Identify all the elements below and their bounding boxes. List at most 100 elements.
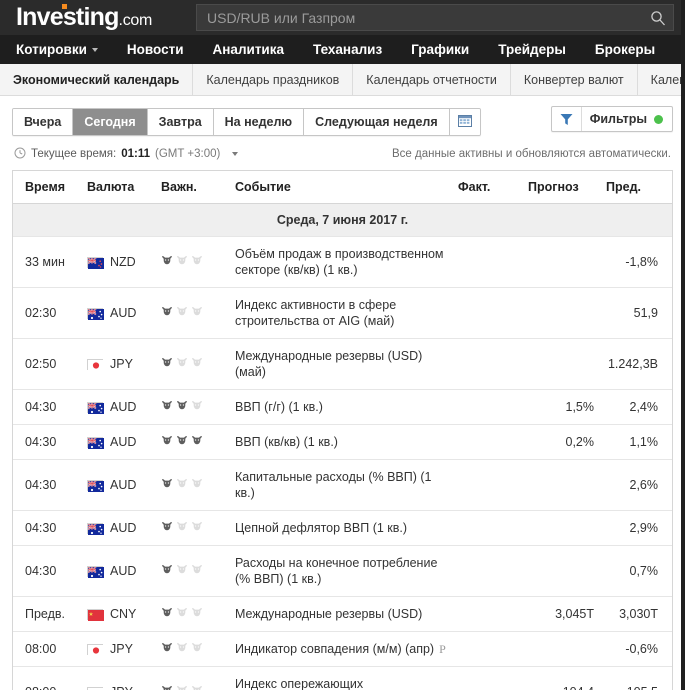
event-name: Цепной дефлятор ВВП (1 кв.) [235, 521, 408, 535]
importance-rating [161, 306, 223, 320]
nav-label: Трейдеры [498, 42, 566, 57]
importance-bull-2 [176, 607, 188, 621]
importance-bull-1 [161, 306, 173, 320]
auto-update-status-text: Все данные активны и обновляются автомат… [392, 148, 671, 160]
nav-item-analitika[interactable]: Аналитика [213, 42, 284, 57]
cell-currency: AUD [81, 287, 155, 339]
subnav-item-calendars[interactable]: Календари [638, 64, 685, 95]
cell-event[interactable]: Индекс активности в сфере строительства … [229, 287, 452, 339]
timezone-chevron-down-icon[interactable] [232, 152, 239, 156]
subnav-item-currency-converter[interactable]: Конвертер валют [511, 64, 638, 95]
cell-event[interactable]: Международные резервы (USD) [229, 596, 452, 632]
table-row[interactable]: 08:00 JPY Индекс опережающих экономических… [13, 666, 672, 690]
range-button-next-week[interactable]: Следующая неделя [304, 109, 450, 135]
table-row[interactable]: 04:30 AUD Цепной дефлятор ВВП (1 кв.) 2,9% [13, 510, 672, 546]
search-input[interactable] [197, 9, 643, 26]
nav-item-kotirovki[interactable]: Котировки [16, 42, 98, 57]
table-row[interactable]: 04:30 AUD ВВП (г/г) (1 кв.) 1,5% 2,4% [13, 389, 672, 425]
cell-event[interactable]: Индекс опережающих экономических индикат… [229, 666, 452, 690]
bull-icon [177, 436, 187, 445]
table-row[interactable]: 08:00 JPY Индикатор совпадения (м/м) (апр)… [13, 631, 672, 667]
importance-bull-2 [176, 521, 188, 535]
bull-icon [162, 307, 172, 316]
top-bar: Investing .com [0, 0, 685, 35]
cell-previous: 1.242,3B [600, 338, 672, 390]
table-row[interactable]: 02:30 AUD Индекс активности в сфере строит… [13, 287, 672, 339]
preliminary-badge-icon: P [439, 642, 446, 656]
table-row[interactable]: 04:30 AUD Капитальные расходы (% ВВП) (1 к… [13, 459, 672, 511]
cell-event[interactable]: Цепной дефлятор ВВП (1 кв.) [229, 510, 452, 546]
currency-code: AUD [110, 564, 137, 578]
cell-event[interactable]: Капитальные расходы (% ВВП) (1 кв.) [229, 459, 452, 511]
range-button-yesterday[interactable]: Вчера [13, 109, 74, 135]
subnav-label: Экономический календарь [13, 72, 180, 87]
nav-item-treydery[interactable]: Трейдеры [498, 42, 566, 57]
table-row[interactable]: 04:30 AUD ВВП (кв/кв) (1 кв.) 0,2% 1,1% [13, 424, 672, 460]
nz-flag [87, 256, 104, 269]
importance-bull-3 [191, 642, 203, 656]
column-header-previous[interactable]: Пред. [600, 171, 672, 204]
table-row[interactable]: 04:30 AUD Расходы на конечное потребление … [13, 545, 672, 597]
cell-forecast [522, 459, 600, 511]
cell-forecast [522, 338, 600, 390]
clock-icon [14, 147, 26, 162]
cell-forecast: 0,2% [522, 424, 600, 460]
column-header-importance[interactable]: Важн. [155, 171, 229, 204]
range-button-this-week[interactable]: На неделю [213, 109, 305, 135]
range-button-tomorrow[interactable]: Завтра [147, 109, 214, 135]
column-header-time[interactable]: Время [13, 171, 81, 204]
cell-event[interactable]: Расходы на конечное потребление (% ВВП) … [229, 545, 452, 597]
importance-rating [161, 255, 223, 269]
cell-currency: NZD [81, 236, 155, 288]
search-icon[interactable] [643, 10, 673, 26]
nav-item-tehanaliz[interactable]: Теханализ [313, 42, 382, 57]
cell-previous: 3,030T [600, 596, 672, 632]
table-row[interactable]: 33 мин NZD Объём продаж в производственном… [13, 236, 672, 288]
bull-icon [162, 479, 172, 488]
currency-code: JPY [110, 642, 133, 656]
table-row[interactable]: 02:50 JPY Международные резервы (USD) (май… [13, 338, 672, 390]
importance-bull-1 [161, 435, 173, 449]
logo-orange-dot [62, 4, 67, 9]
bull-icon [162, 436, 172, 445]
site-logo[interactable]: Investing .com [16, 3, 152, 32]
bull-icon [162, 643, 172, 652]
subnav-label: Календарь праздников [206, 72, 340, 87]
nav-item-grafiki[interactable]: Графики [411, 42, 469, 57]
range-button-today[interactable]: Сегодня [73, 109, 148, 135]
economic-calendar-table-container: Время Валюта Важн. Событие Факт. Прогноз… [12, 170, 673, 690]
column-header-currency[interactable]: Валюта [81, 171, 155, 204]
importance-bull-1 [161, 400, 173, 414]
cell-event[interactable]: Международные резервы (USD) (май) [229, 338, 452, 390]
subnav-item-earnings-calendar[interactable]: Календарь отчетности [353, 64, 511, 95]
cell-importance [155, 631, 229, 667]
status-dot [654, 114, 663, 124]
event-name: Индекс опережающих экономических индикат… [235, 677, 364, 690]
search-bar[interactable] [196, 4, 674, 31]
cell-event[interactable]: ВВП (г/г) (1 кв.) [229, 389, 452, 425]
bull-icon [162, 522, 172, 531]
bull-icon [192, 522, 202, 531]
cell-event[interactable]: ВВП (кв/кв) (1 кв.) [229, 424, 452, 460]
logo-suffix-text: .com [118, 12, 153, 29]
column-header-forecast[interactable]: Прогноз [522, 171, 600, 204]
subnav-item-economic-calendar[interactable]: Экономический календарь [0, 64, 194, 95]
nav-label: Новости [126, 42, 184, 57]
column-header-event[interactable]: Событие [229, 171, 452, 204]
nav-item-novosti[interactable]: Новости [127, 42, 184, 57]
date-range-button-group: Вчера Сегодня Завтра На неделю Следующая… [12, 108, 481, 136]
nav-item-brokery[interactable]: Брокеры [595, 42, 655, 57]
cell-actual [452, 510, 522, 546]
subnav-item-holiday-calendar[interactable]: Календарь праздников [193, 64, 354, 95]
cell-previous: 2,6% [600, 459, 672, 511]
current-time-value: 01:11 [121, 148, 151, 160]
currency-code: AUD [110, 435, 137, 449]
column-header-actual[interactable]: Факт. [452, 171, 522, 204]
cell-event[interactable]: Объём продаж в производственном секторе … [229, 236, 452, 288]
calendar-picker-button[interactable] [449, 109, 480, 135]
cell-importance [155, 666, 229, 690]
importance-bull-2 [176, 400, 188, 414]
table-row[interactable]: Предв. CNY Международные резервы (USD) 3,04… [13, 596, 672, 632]
filters-button[interactable]: Фильтры [550, 106, 673, 132]
cell-event[interactable]: Индикатор совпадения (м/м) (апр) P [229, 631, 452, 667]
